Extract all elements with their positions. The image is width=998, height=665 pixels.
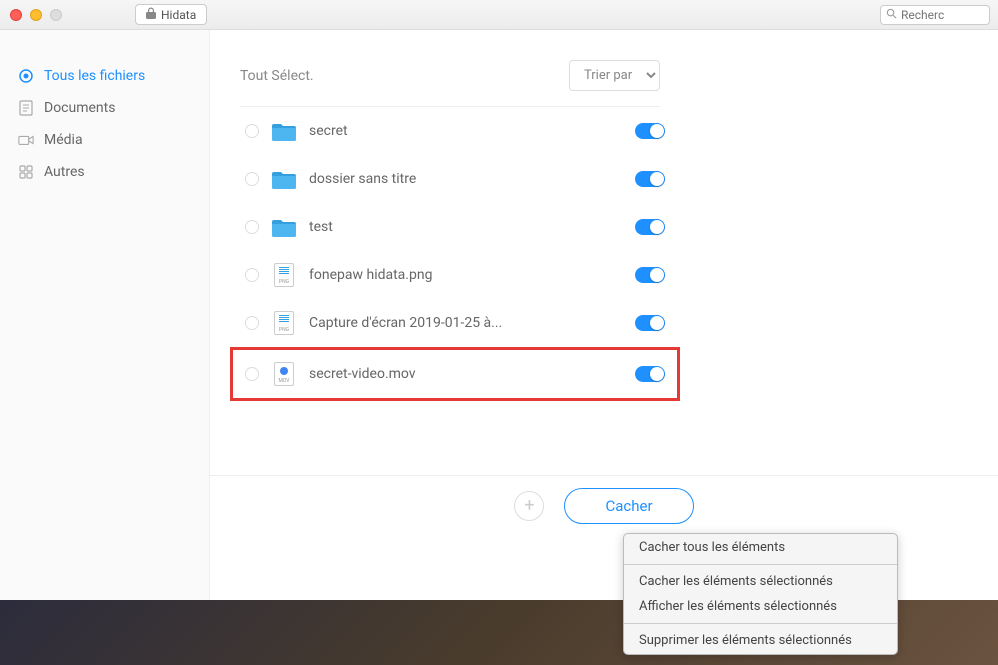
context-menu-delete-selected[interactable]: Supprimer les éléments sélectionnés: [624, 627, 897, 654]
plus-icon: +: [524, 495, 534, 516]
file-name-label: fonepaw hidata.png: [309, 267, 623, 283]
search-input[interactable]: [901, 8, 981, 22]
sidebar-item-label: Média: [44, 132, 83, 148]
folder-icon: [271, 120, 297, 142]
sidebar: Tous les fichiers Documents Média Autres: [0, 30, 210, 600]
select-all-link[interactable]: Tout Sélect.: [240, 68, 314, 84]
content-header: Tout Sélect. Trier par: [240, 60, 660, 107]
sidebar-item-documents[interactable]: Documents: [0, 92, 209, 124]
app-window: Hidata Tous les fichiers Documents: [0, 0, 998, 600]
sidebar-item-all-files[interactable]: Tous les fichiers: [0, 60, 209, 92]
minimize-window-button[interactable]: [30, 9, 42, 21]
file-toggle[interactable]: [635, 267, 665, 283]
sidebar-item-label: Autres: [44, 164, 85, 180]
title-bar: Hidata: [0, 0, 998, 30]
file-toggle[interactable]: [635, 315, 665, 331]
file-checkbox[interactable]: [245, 220, 259, 234]
file-checkbox[interactable]: [245, 124, 259, 138]
file-name-label: Capture d'écran 2019-01-25 à...: [309, 315, 623, 331]
png-file-icon: PNG: [271, 264, 297, 286]
camera-icon: [18, 132, 34, 148]
maximize-window-button[interactable]: [50, 9, 62, 21]
file-row[interactable]: dossier sans titre: [240, 155, 670, 203]
mov-file-icon: MOV: [271, 363, 297, 385]
file-row[interactable]: secret: [240, 107, 670, 155]
app-title: Hidata: [135, 4, 207, 25]
sidebar-item-others[interactable]: Autres: [0, 156, 209, 188]
search-icon: [886, 8, 897, 22]
file-checkbox[interactable]: [245, 172, 259, 186]
file-checkbox[interactable]: [245, 268, 259, 282]
sidebar-item-label: Tous les fichiers: [44, 68, 145, 84]
hide-button[interactable]: Cacher: [564, 488, 693, 524]
sidebar-item-media[interactable]: Média: [0, 124, 209, 156]
window-controls: [10, 9, 62, 21]
file-toggle[interactable]: [635, 123, 665, 139]
file-name-label: secret-video.mov: [309, 366, 623, 382]
add-button[interactable]: +: [514, 491, 544, 521]
file-row-highlighted[interactable]: MOV secret-video.mov: [230, 347, 680, 401]
sort-select[interactable]: Trier par: [569, 60, 660, 91]
bottom-bar: + Cacher: [210, 475, 998, 535]
folder-icon: [271, 168, 297, 190]
file-toggle[interactable]: [635, 219, 665, 235]
folder-icon: [271, 216, 297, 238]
file-row[interactable]: test: [240, 203, 670, 251]
sidebar-item-label: Documents: [44, 100, 115, 116]
context-menu-hide-selected[interactable]: Cacher les éléments sélectionnés: [624, 568, 897, 594]
file-list: secret dossier sans titre te: [240, 107, 670, 401]
file-row[interactable]: PNG Capture d'écran 2019-01-25 à...: [240, 299, 670, 347]
close-window-button[interactable]: [10, 9, 22, 21]
file-name-label: secret: [309, 123, 623, 139]
grid-icon: [18, 164, 34, 180]
png-file-icon: PNG: [271, 312, 297, 334]
file-toggle[interactable]: [635, 366, 665, 382]
menu-divider: [624, 564, 897, 565]
context-menu: Cacher tous les éléments Cacher les élém…: [623, 533, 898, 655]
target-icon: [18, 68, 34, 84]
file-row[interactable]: PNG fonepaw hidata.png: [240, 251, 670, 299]
document-icon: [18, 100, 34, 116]
search-box[interactable]: [880, 5, 990, 25]
file-toggle[interactable]: [635, 171, 665, 187]
file-name-label: test: [309, 219, 623, 235]
context-menu-show-selected[interactable]: Afficher les éléments sélectionnés: [624, 594, 897, 620]
file-checkbox[interactable]: [245, 316, 259, 330]
lock-icon: [146, 7, 156, 22]
context-menu-hide-all[interactable]: Cacher tous les éléments: [624, 534, 897, 561]
file-checkbox[interactable]: [245, 367, 259, 381]
menu-divider: [624, 623, 897, 624]
app-title-label: Hidata: [161, 8, 196, 22]
file-name-label: dossier sans titre: [309, 171, 623, 187]
